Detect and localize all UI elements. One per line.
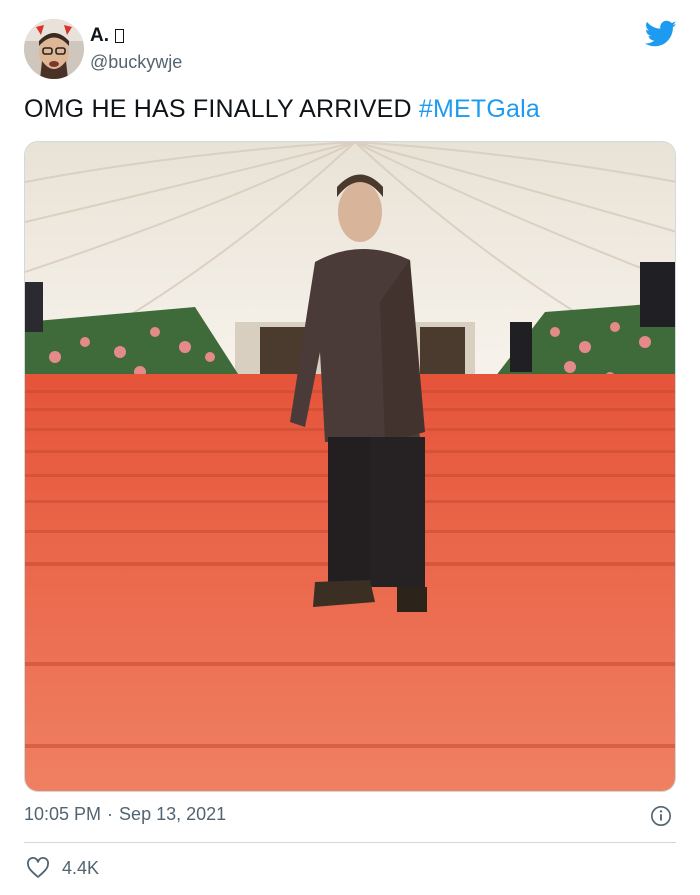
avatar-photo [24, 19, 84, 79]
emoji-placeholder-icon [115, 29, 124, 43]
tweet-text: OMG HE HAS FINALLY ARRIVED #METGala [24, 95, 540, 124]
hashtag-link[interactable]: #METGala [419, 95, 540, 123]
photo [25, 142, 675, 791]
tweet-date: Sep 13, 2021 [119, 804, 227, 824]
timestamp[interactable]: 10:05 PM · Sep 13, 2021 [24, 804, 226, 825]
tweet-body-text: OMG HE HAS FINALLY ARRIVED [24, 95, 419, 123]
display-name-text: A. [90, 25, 109, 46]
twitter-bird-icon[interactable] [645, 20, 677, 48]
info-icon[interactable] [650, 805, 672, 827]
tweet-time: 10:05 PM [24, 804, 102, 824]
heart-icon [27, 857, 49, 878]
tweet-photo[interactable] [24, 141, 676, 792]
like-button[interactable]: 4.4K [26, 857, 99, 879]
display-name[interactable]: A. [90, 25, 124, 47]
meta-separator: · [107, 804, 114, 824]
like-count: 4.4K [62, 857, 100, 878]
divider [24, 842, 676, 843]
avatar[interactable] [24, 19, 84, 79]
tweet-card: A. @buckywje OMG HE HAS FINALLY ARRIVED … [0, 0, 700, 895]
user-handle[interactable]: @buckywje [90, 52, 182, 73]
